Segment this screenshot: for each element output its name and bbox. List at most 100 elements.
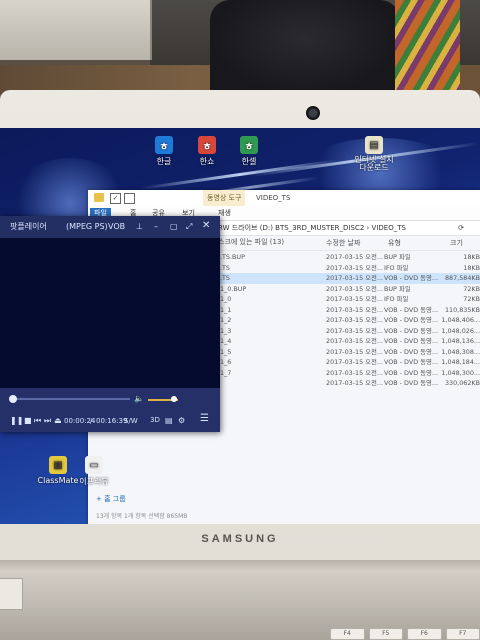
qat-icon[interactable] [124, 193, 135, 204]
laptop-screen: ㅎ 한글 ㅎ 한쇼 ㅎ 한셀 ▤ 인터넷 설치 다운로드 ✓ 동영상 도구 VI… [0, 128, 480, 524]
file-name[interactable]: 1_0.BUP [220, 284, 246, 295]
classmate-icon: ▦ [49, 456, 67, 474]
pause-icon[interactable]: ❚❚ [10, 416, 23, 426]
file-row[interactable]: 2017-03-15 오전... IFO 파일 72KB [218, 294, 480, 305]
file-row[interactable]: 2017-03-15 오전... IFO 파일 18KB [218, 263, 480, 274]
settings-icon[interactable]: ⚙ [178, 416, 185, 426]
desktop-icon-online-install[interactable]: ▤ 인터넷 설치 다운로드 [350, 136, 398, 172]
file-size: 330,062KB [444, 379, 480, 387]
file-modified: 2017-03-15 오전... [326, 358, 384, 366]
seek-bar[interactable] [10, 398, 130, 400]
nav-homegroup[interactable]: + 홈 그룹 [96, 494, 126, 504]
volume-icon[interactable]: 🔈 [134, 394, 144, 404]
file-name[interactable]: .TS.BUP [220, 252, 245, 263]
file-row[interactable]: 2017-03-15 오전... VOB - DVD 동영... 1,048,184… [218, 357, 480, 368]
file-row[interactable]: 2017-03-15 오전... VOB - DVD 동영... 110,835KB [218, 305, 480, 316]
sw-decoder[interactable]: S/W [124, 417, 138, 425]
column-type[interactable]: 유형 [388, 236, 401, 250]
file-modified: 2017-03-15 오전... [326, 295, 384, 303]
file-row[interactable]: 2017-03-15 오전... VOB - DVD 동영... 1,048,300… [218, 368, 480, 379]
desktop-icon-hanshow[interactable]: ㅎ 한쇼 [185, 136, 229, 167]
webcam-icon [306, 106, 320, 120]
close-icon[interactable]: ✕ [202, 221, 210, 231]
file-name[interactable]: 1_6 [220, 357, 231, 368]
check-icon[interactable]: ✓ [110, 193, 121, 204]
player-app-name: 팟플레이어 [10, 222, 47, 231]
file-type: VOB - DVD 동영... [384, 274, 439, 282]
file-size: 18KB [463, 253, 480, 261]
fullscreen-icon[interactable]: ⤢ [186, 222, 192, 232]
time-sep: / [90, 417, 93, 425]
background-room [0, 0, 480, 95]
desktop-icon-hangul[interactable]: ㅎ 한글 [142, 136, 186, 167]
key-f7[interactable]: F7 [445, 628, 480, 640]
window-title: VIDEO_TS [256, 194, 291, 202]
seek-handle[interactable] [8, 395, 17, 403]
eject-icon[interactable]: ⏏ [54, 416, 62, 426]
time-total: 00:16:39 [96, 417, 128, 425]
column-size[interactable]: 크기 [450, 236, 463, 250]
side-port [0, 578, 23, 610]
pin-icon[interactable]: ⊥ [136, 222, 143, 232]
key-f4[interactable]: F4 [330, 628, 365, 640]
file-row[interactable]: 2017-03-15 오전... VOB - DVD 동영... 887,584KB [218, 273, 480, 284]
key-f6[interactable]: F6 [407, 628, 442, 640]
player-titlebar[interactable]: 팟플레이어 (MPEG PS) VOB ⊥ – ▢ ⤢ ✕ [0, 216, 220, 238]
file-name[interactable]: .TS [220, 263, 230, 274]
3d-toggle[interactable]: 3D [150, 416, 160, 424]
minimize-icon[interactable]: – [154, 222, 158, 232]
explorer-titlebar: ✓ 동영상 도구 VIDEO_TS [88, 190, 480, 207]
group-header[interactable]: 스크에 있는 파일 (13) [218, 236, 284, 248]
file-name[interactable]: 1_1 [220, 305, 231, 316]
file-row[interactable]: 2017-03-15 오전... VOB - DVD 동영... 1,048,308… [218, 347, 480, 358]
next-icon[interactable]: ⏭ [44, 416, 51, 426]
file-name[interactable]: .TS [220, 273, 230, 284]
file-name[interactable]: 1_3 [220, 326, 231, 337]
video-area[interactable] [0, 238, 220, 388]
file-row[interactable]: 2017-03-15 오전... VOB - DVD 동영... 1,048,026… [218, 326, 480, 337]
desktop-icon-label: 한셀 [241, 157, 257, 166]
file-name[interactable]: 1_7 [220, 368, 231, 379]
file-modified: 2017-03-15 오전... [326, 253, 384, 261]
file-type: IFO 파일 [384, 263, 409, 272]
maximize-icon[interactable]: ▢ [170, 222, 178, 232]
file-size: 1,048,308... [441, 347, 480, 356]
file-type: VOB - DVD 동영... [384, 368, 439, 377]
player-file: VOB [108, 222, 126, 231]
brand-logo: SAMSUNG [201, 533, 279, 545]
file-row[interactable]: 2017-03-15 오전... VOB - DVD 동영... 1,048,406… [218, 315, 480, 326]
column-modified[interactable]: 수정한 날짜 [326, 236, 360, 250]
menu-icon[interactable]: ☰ [200, 414, 209, 424]
file-size: 887,584KB [444, 274, 480, 282]
desktop-icon-hancell[interactable]: ㅎ 한셀 [227, 136, 271, 167]
file-name[interactable]: 1_2 [220, 315, 231, 326]
prev-icon[interactable]: ⏮ [34, 416, 41, 426]
file-type: VOB - DVD 동영... [384, 358, 439, 366]
desktop-icon-webcam-app[interactable]: ▭ 이프리뷰 [72, 456, 116, 487]
file-name[interactable]: 1_0 [220, 294, 231, 305]
file-type: VOB - DVD 동영... [384, 347, 439, 356]
file-size: 1,048,406... [441, 316, 480, 324]
file-row[interactable]: 2017-03-15 오전... VOB - DVD 동영... 1,048,136… [218, 336, 480, 347]
hancell-icon: ㅎ [240, 136, 258, 154]
tab-video-tools[interactable]: 동영상 도구 [203, 190, 246, 206]
file-name[interactable]: 1_4 [220, 336, 231, 347]
file-row[interactable]: 2017-03-15 오전... VOB - DVD 동영... 330,062KB [218, 378, 480, 389]
desktop-icon-label: 이프리뷰 [79, 477, 109, 486]
refresh-icon[interactable]: ⟳ [458, 221, 464, 235]
file-size: 1,048,300... [441, 368, 480, 377]
file-modified: 2017-03-15 오전... [326, 316, 384, 324]
laptop-hinge [0, 560, 480, 572]
volume-handle[interactable] [170, 396, 177, 402]
stop-icon[interactable]: ■ [24, 416, 32, 426]
cabinet [0, 0, 152, 60]
playlist-icon[interactable]: ▤ [165, 416, 173, 426]
file-modified: 2017-03-15 오전... [326, 274, 384, 282]
file-modified: 2017-03-15 오전... [326, 263, 384, 272]
file-name[interactable]: 1_5 [220, 347, 231, 358]
key-f5[interactable]: F5 [368, 628, 403, 640]
file-modified: 2017-03-15 오전... [326, 305, 384, 314]
file-row[interactable]: 2017-03-15 오전... BUP 파일 72KB [218, 284, 480, 295]
file-row[interactable]: 2017-03-15 오전... BUP 파일 18KB [218, 252, 480, 263]
file-modified: 2017-03-15 오전... [326, 379, 384, 387]
